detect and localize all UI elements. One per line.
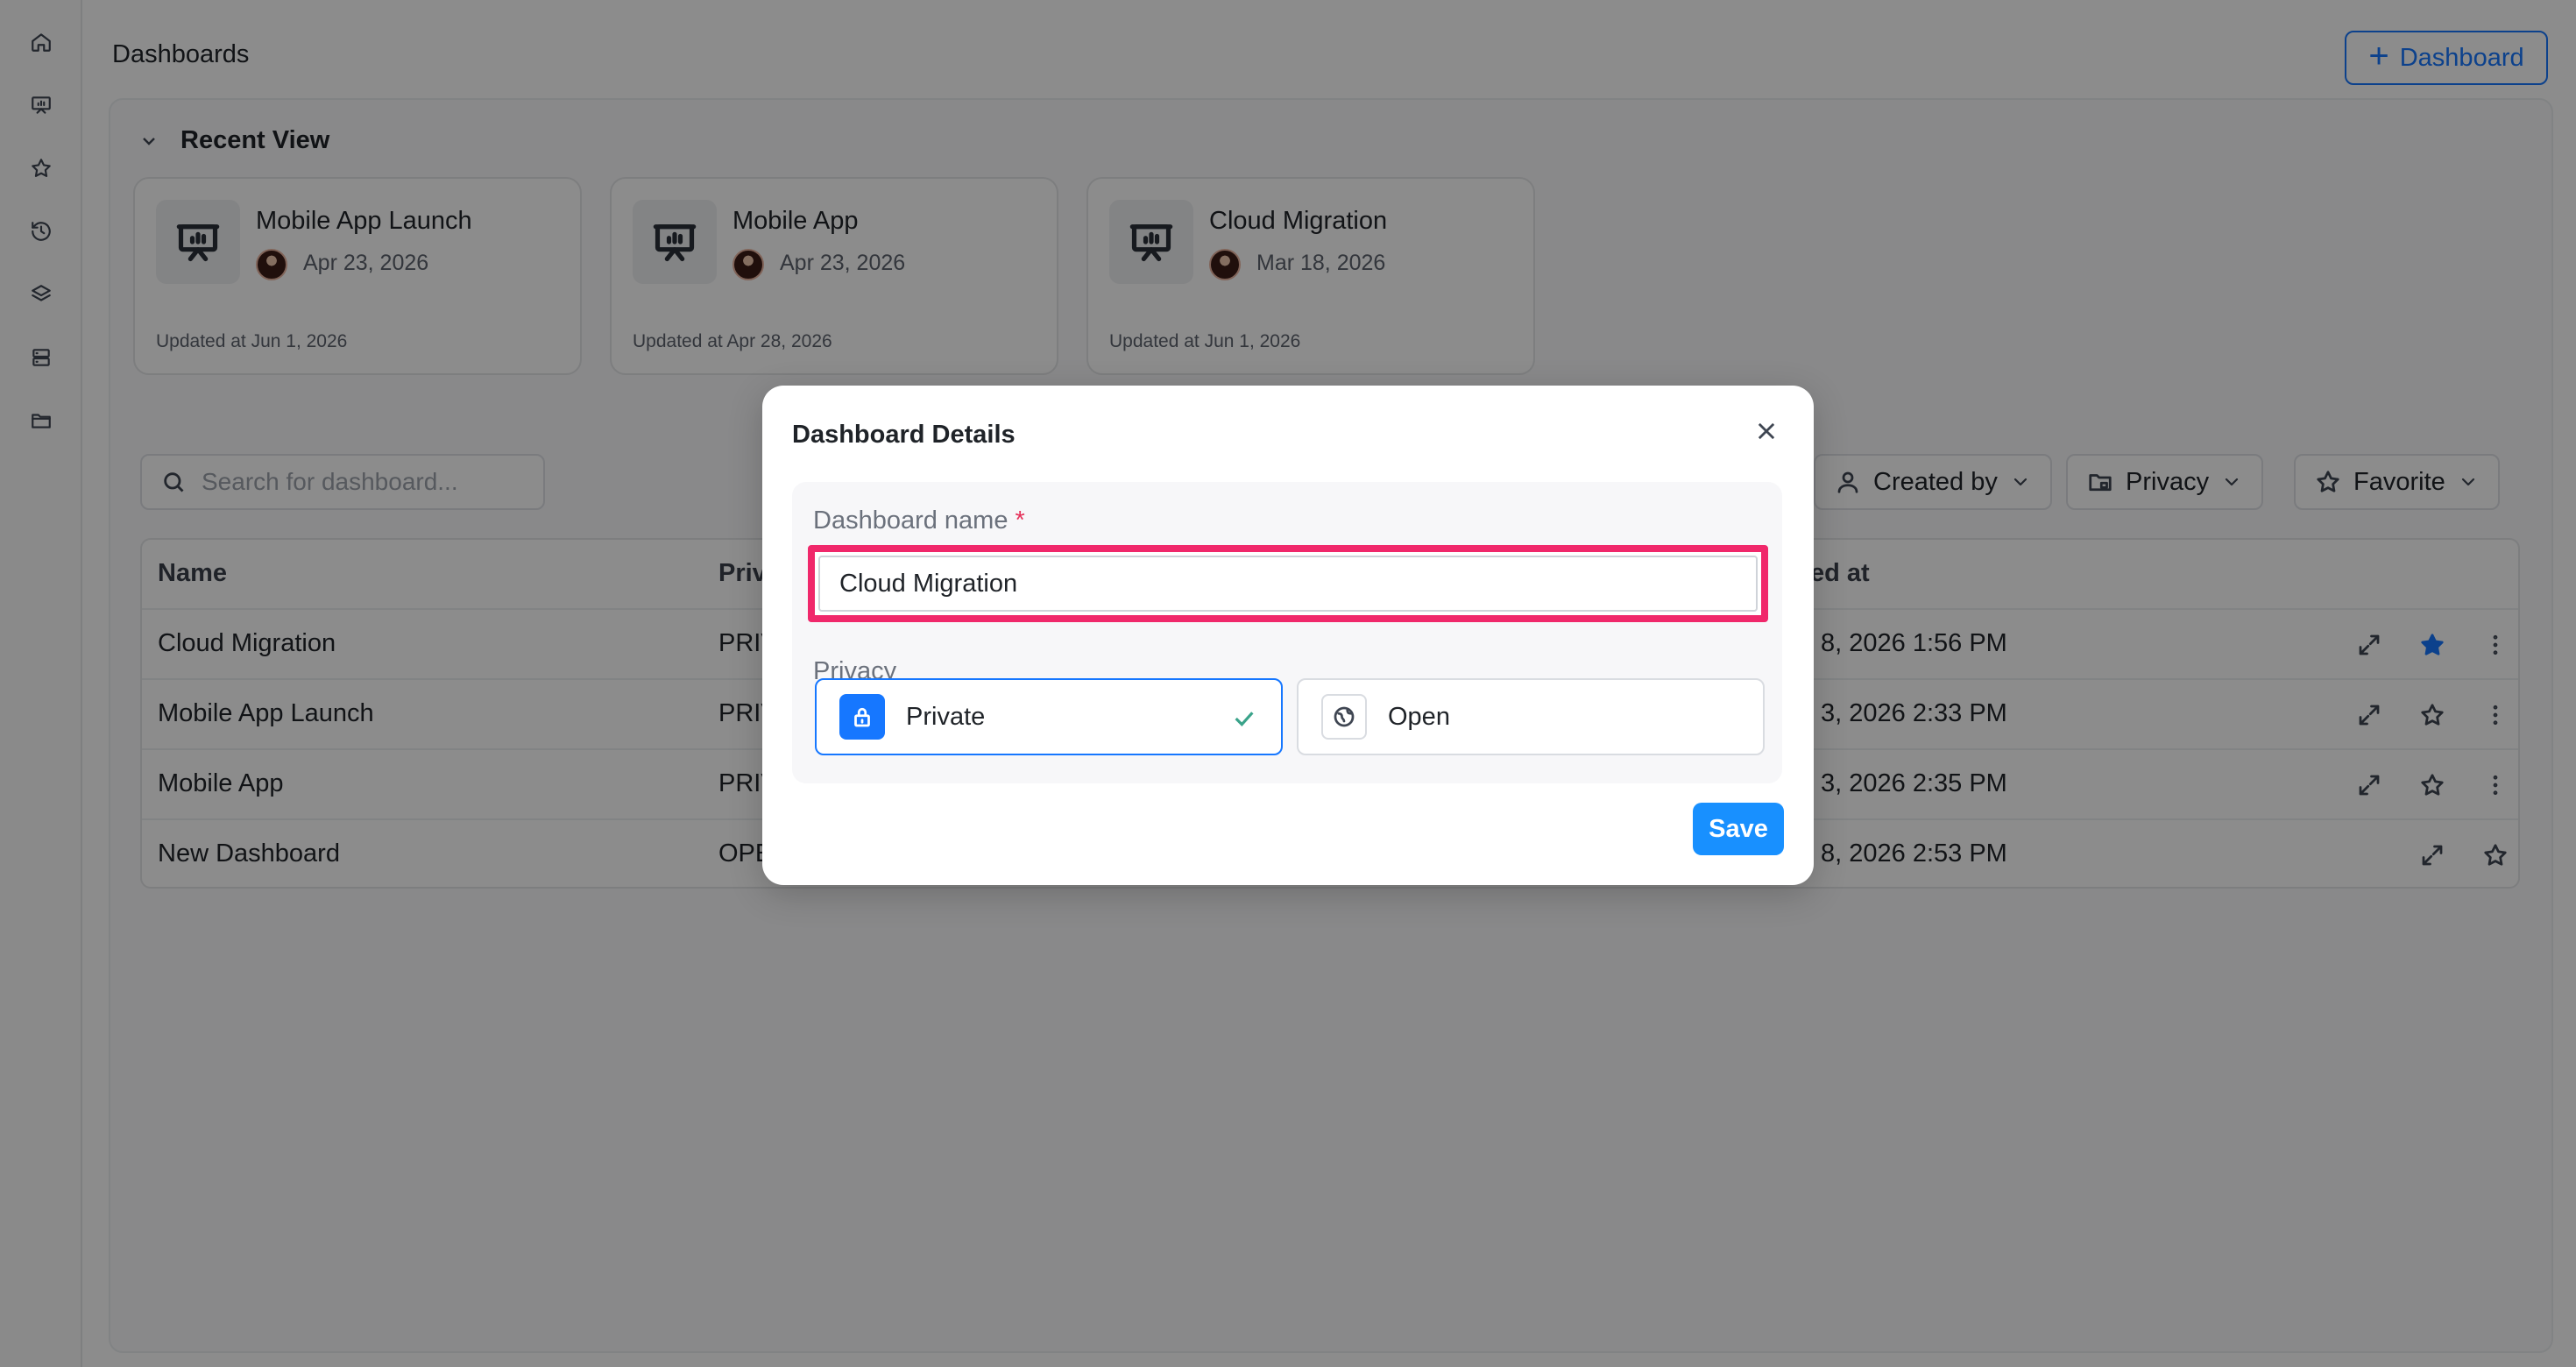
privacy-option-private-label: Private [906,702,986,731]
save-button[interactable]: Save [1693,803,1784,855]
dashboard-details-modal: Dashboard Details Dashboard name * Priva… [762,386,1814,885]
privacy-option-open[interactable]: Open [1297,678,1765,755]
dashboard-name-label-text: Dashboard name [813,506,1008,535]
globe-icon [1321,694,1367,740]
required-mark: * [1015,506,1025,535]
check-icon [1230,705,1258,733]
name-input-highlight [808,545,1768,622]
lock-icon [839,694,885,740]
dashboard-name-label: Dashboard name * [813,506,1025,535]
privacy-option-open-label: Open [1388,702,1450,731]
privacy-option-private[interactable]: Private [815,678,1283,755]
modal-title: Dashboard Details [792,421,1016,449]
dashboard-name-input[interactable] [818,556,1758,612]
close-icon[interactable] [1749,414,1784,449]
